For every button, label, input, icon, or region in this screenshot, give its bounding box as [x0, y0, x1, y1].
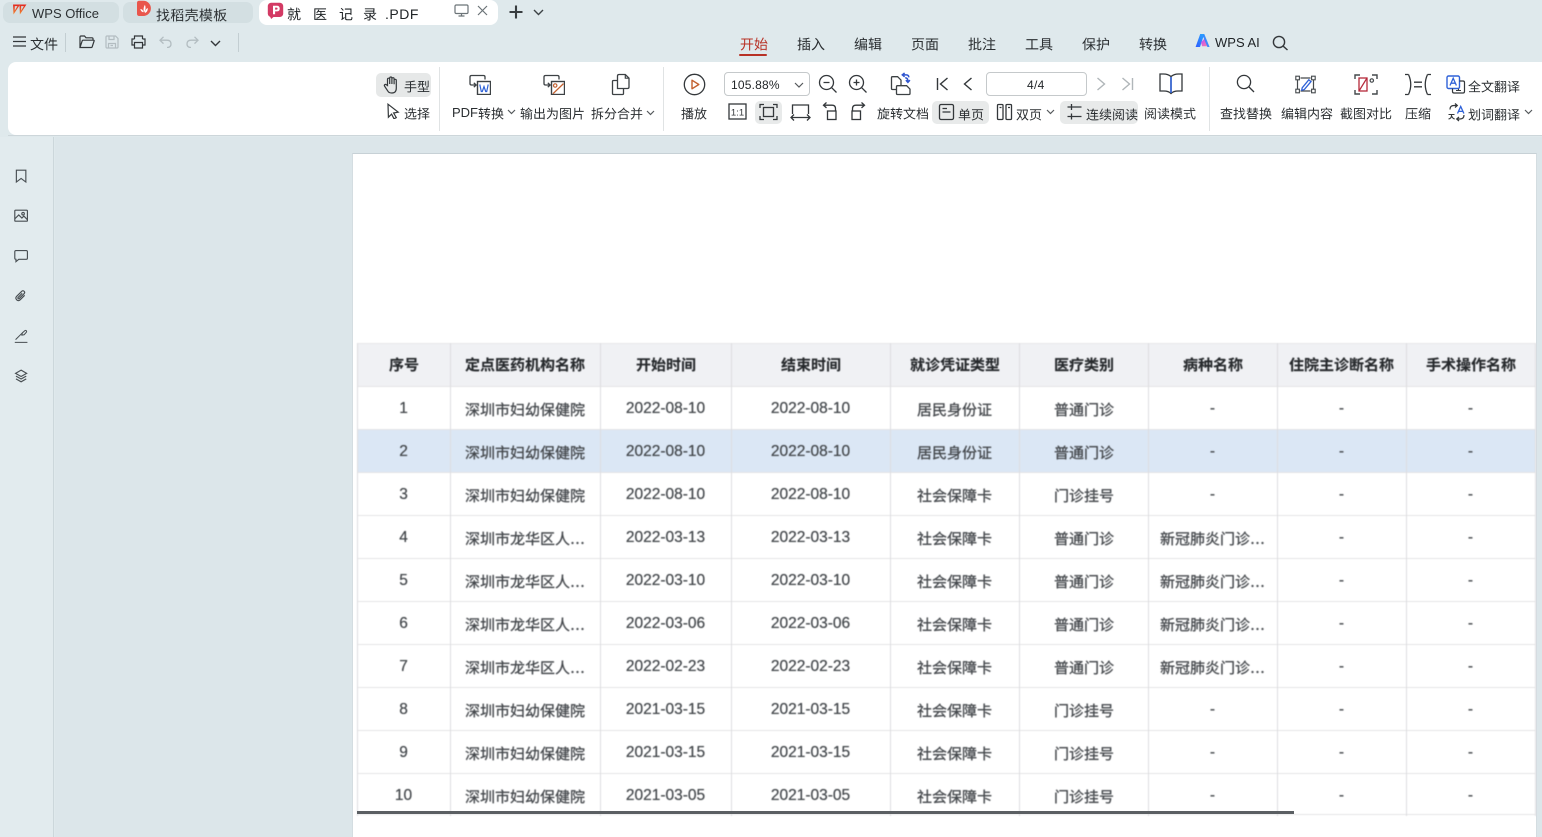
- svg-text:1:1: 1:1: [731, 108, 744, 119]
